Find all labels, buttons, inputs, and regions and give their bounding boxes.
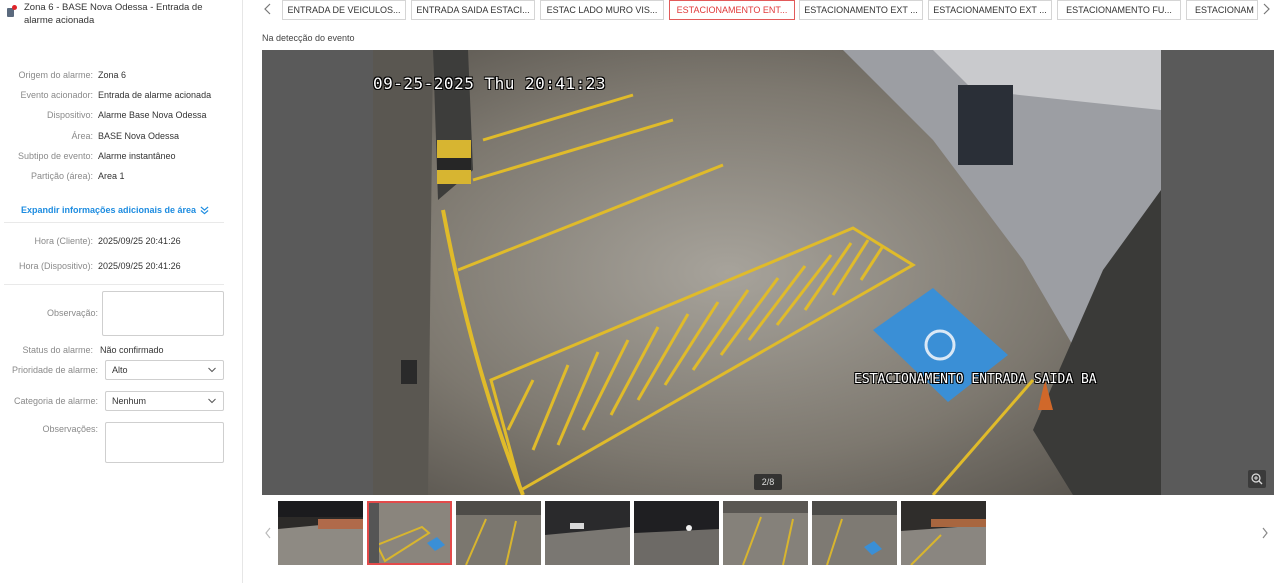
detail-row-area: Área: BASE Nova Odessa [0, 129, 240, 143]
detail-value: Area 1 [98, 171, 125, 181]
detail-value: Alarme instantâneo [98, 151, 176, 161]
category-label: Categoria de alarme: [13, 396, 98, 406]
detail-row-trigger: Evento acionador: Entrada de alarme acio… [0, 88, 240, 102]
alarm-icon [6, 4, 18, 18]
observation-label: Observação: [46, 308, 98, 318]
time-row-client: Hora (Cliente): 2025/09/25 20:41:26 [0, 234, 240, 248]
tab-camera-2[interactable]: ENTRADA SAIDA ESTACI... [411, 0, 535, 20]
expand-label: Expandir informações adicionais de área [21, 205, 197, 215]
thumbnail-4[interactable] [545, 501, 630, 565]
category-select[interactable]: Nenhum [105, 391, 224, 411]
observation-textarea[interactable] [102, 291, 224, 336]
thumbnail-1[interactable] [278, 501, 363, 565]
tab-camera-5[interactable]: ESTACIONAMENTO EXT ... [799, 0, 923, 20]
detail-value: Alarme Base Nova Odessa [98, 110, 207, 120]
divider [4, 284, 224, 285]
alarm-header: Zona 6 - BASE Nova Odessa - Entrada de a… [6, 1, 236, 27]
detail-value: Zona 6 [98, 70, 127, 80]
chevron-left-icon[interactable] [263, 526, 273, 540]
observations-label: Observações: [42, 424, 98, 434]
osd-camera-name: ESTACIONAMENTO ENTRADA SAIDA BA [854, 372, 1097, 387]
camera-snapshot: 09-25-2025 Thu 20:41:23 ESTACIONAMENTO E… [373, 50, 1161, 495]
thumbnail-strip [262, 498, 1274, 568]
time-value: 2025/09/25 20:41:26 [98, 236, 181, 246]
detail-row-device: Dispositivo: Alarme Base Nova Odessa [0, 108, 240, 122]
status-value: Não confirmado [100, 345, 164, 355]
tab-camera-7[interactable]: ESTACIONAMENTO FU... [1057, 0, 1181, 20]
detail-value: Entrada de alarme acionada [98, 90, 212, 100]
thumbnail-2[interactable] [367, 501, 452, 565]
detail-label: Subtipo de evento: [17, 151, 93, 161]
tab-camera-1[interactable]: ENTRADA DE VEICULOS... [282, 0, 406, 20]
double-chevron-down-icon [200, 205, 209, 214]
detail-row-subtype: Subtipo de evento: Alarme instantâneo [0, 149, 240, 163]
time-label: Hora (Dispositivo): [18, 261, 93, 271]
osd-timestamp: 09-25-2025 Thu 20:41:23 [373, 74, 607, 93]
detail-label: Dispositivo: [46, 110, 93, 120]
priority-label: Prioridade de alarme: [11, 365, 98, 375]
priority-select[interactable]: Alto [105, 360, 224, 380]
detail-value: BASE Nova Odessa [98, 131, 180, 141]
alarm-status-row: Status do alarme: Não confirmado [0, 343, 240, 357]
detail-label: Origem do alarme: [18, 70, 93, 80]
chevron-down-icon [208, 398, 216, 404]
time-value: 2025/09/25 20:41:26 [98, 261, 181, 271]
tab-camera-8[interactable]: ESTACIONAM [1186, 0, 1258, 20]
detail-label: Partição (área): [30, 171, 93, 181]
detail-row-partition: Partição (área): Area 1 [0, 169, 240, 183]
chevron-down-icon [208, 367, 216, 373]
alarm-details-panel: Zona 6 - BASE Nova Odessa - Entrada de a… [0, 0, 243, 583]
detail-label: Evento acionador: [20, 90, 93, 100]
time-row-device: Hora (Dispositivo): 2025/09/25 20:41:26 [0, 259, 240, 273]
camera-tab-bar: ENTRADA DE VEICULOS... ENTRADA SAIDA EST… [256, 0, 1280, 20]
divider [4, 222, 224, 223]
image-viewer[interactable]: 09-25-2025 Thu 20:41:23 ESTACIONAMENTO E… [262, 50, 1274, 495]
detail-row-origin: Origem do alarme: Zona 6 [0, 68, 240, 82]
zoom-in-icon [1251, 473, 1263, 485]
parking-lot-image [373, 50, 1161, 495]
alarm-title: Zona 6 - BASE Nova Odessa - Entrada de a… [24, 2, 203, 26]
expand-area-info-link[interactable]: Expandir informações adicionais de área [21, 205, 209, 215]
time-label: Hora (Cliente): [34, 236, 93, 246]
thumbnail-3[interactable] [456, 501, 541, 565]
zoom-button[interactable] [1248, 470, 1266, 488]
thumbnail-5[interactable] [634, 501, 719, 565]
status-label: Status do alarme: [22, 345, 93, 355]
observations-textarea[interactable] [105, 422, 224, 463]
thumbnail-6[interactable] [723, 501, 808, 565]
chevron-right-icon[interactable] [1260, 2, 1272, 16]
tab-camera-3[interactable]: ESTAC LADO MURO VIS... [540, 0, 664, 20]
tab-camera-6[interactable]: ESTACIONAMENTO EXT ... [928, 0, 1052, 20]
priority-value: Alto [112, 365, 128, 375]
detail-label: Área: [71, 131, 93, 141]
chevron-right-icon[interactable] [1260, 526, 1270, 540]
thumbnail-8[interactable] [901, 501, 986, 565]
event-caption: Na detecção do evento [262, 33, 355, 43]
category-value: Nenhum [112, 396, 147, 406]
chevron-left-icon[interactable] [262, 2, 274, 16]
image-counter: 2/8 [754, 474, 782, 490]
thumbnail-7[interactable] [812, 501, 897, 565]
tab-camera-4[interactable]: ESTACIONAMENTO ENT... [669, 0, 795, 20]
